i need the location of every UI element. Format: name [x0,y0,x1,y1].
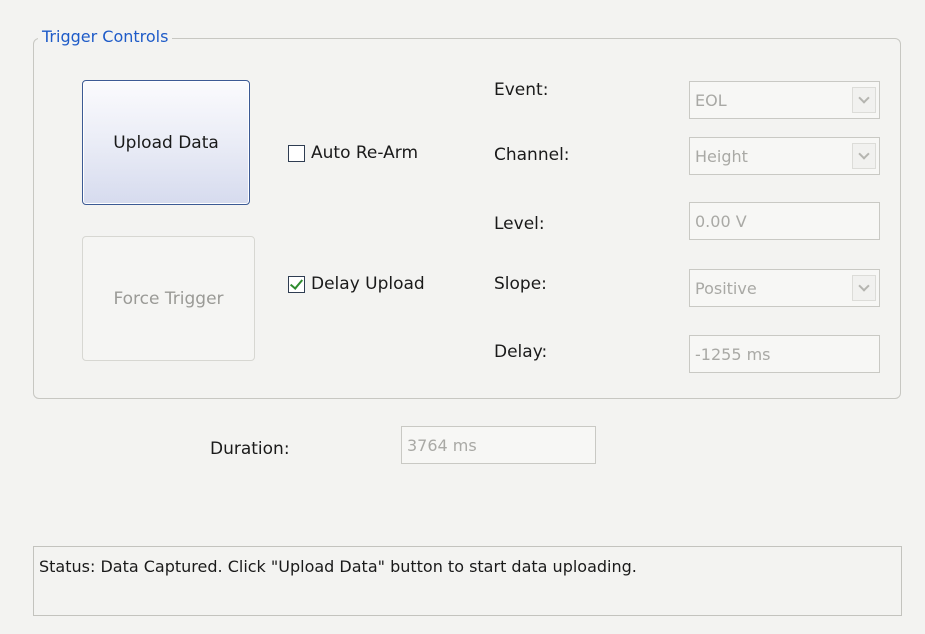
delay-upload-checkbox[interactable] [288,275,305,293]
channel-dropdown-button[interactable] [852,143,876,169]
checkmark-icon [289,275,304,290]
delay-value: -1255 ms [695,344,771,364]
delay-label: Delay: [494,342,548,362]
level-input[interactable]: 0.00 V [689,202,880,240]
event-label: Event: [494,80,549,100]
auto-rearm-checkbox-row[interactable]: Auto Re-Arm [288,143,418,163]
delay-input[interactable]: -1255 ms [689,335,880,373]
chevron-down-icon [858,148,870,160]
channel-select[interactable]: Height [689,137,880,175]
duration-input[interactable]: 3764 ms [401,426,596,464]
delay-upload-checkbox-row[interactable]: Delay Upload [288,274,425,294]
upload-data-button[interactable]: Upload Data [82,80,250,205]
status-text: Status: Data Captured. Click "Upload Dat… [39,557,637,576]
force-trigger-button[interactable]: Force Trigger [82,236,255,361]
auto-rearm-label: Auto Re-Arm [311,143,419,163]
group-title: Trigger Controls [38,27,173,46]
duration-label: Duration: [210,439,290,459]
channel-value: Height [695,146,748,166]
slope-value: Positive [695,278,757,298]
channel-label: Channel: [494,145,570,165]
level-value: 0.00 V [695,211,747,231]
event-dropdown-button[interactable] [852,87,876,113]
level-label: Level: [494,214,545,234]
slope-select[interactable]: Positive [689,269,880,307]
chevron-down-icon [858,280,870,292]
event-value: EOL [695,90,727,110]
auto-rearm-checkbox[interactable] [288,144,305,162]
event-select[interactable]: EOL [689,81,880,119]
duration-value: 3764 ms [407,435,477,455]
slope-dropdown-button[interactable] [852,275,876,301]
delay-upload-label: Delay Upload [311,274,425,294]
slope-label: Slope: [494,274,547,294]
status-bar: Status: Data Captured. Click "Upload Dat… [33,546,902,616]
chevron-down-icon [858,92,870,104]
